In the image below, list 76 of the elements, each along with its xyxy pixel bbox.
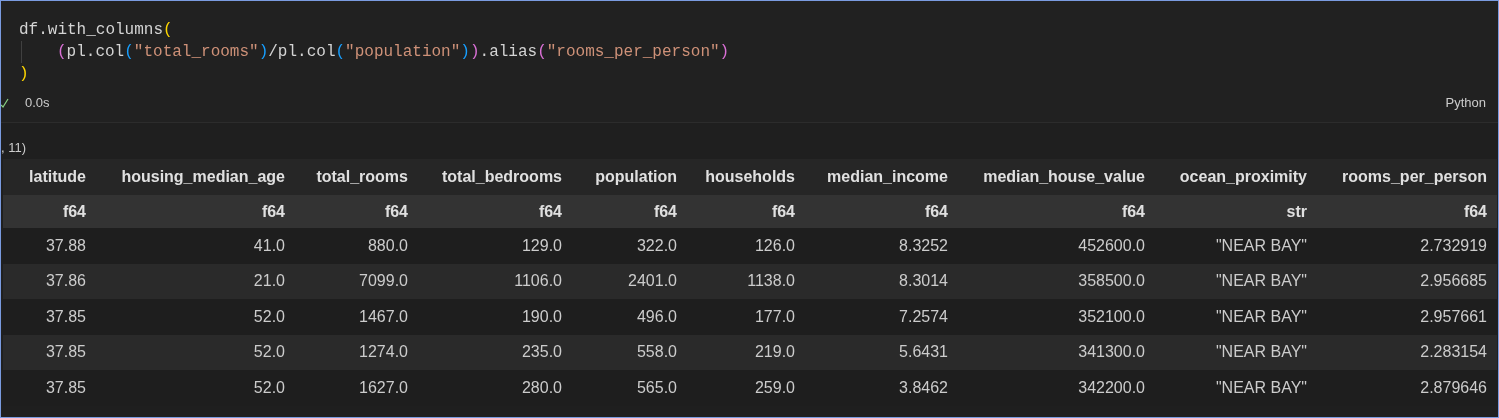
table-cell: 259.0 [754,378,795,396]
table-cell: 37.85 [45,307,86,325]
table-cell: 52.0 [253,378,285,396]
table-cell: 2.732919 [1420,236,1487,254]
table-cell: "NEAR BAY" [1215,378,1307,396]
column-header: median_house_value [983,168,1145,185]
table-cell: 880.0 [367,236,408,254]
table-cell: 496.0 [636,307,677,325]
table-cell: 52.0 [253,307,285,325]
table-cell: 3.8462 [899,378,948,396]
column-header: total_rooms [316,168,408,185]
table-cell: 1467.0 [359,307,408,325]
table-cell: 2.879646 [1420,378,1487,396]
dtype-label: f64 [384,202,408,220]
table-cell: 558.0 [636,343,677,361]
table-cell: 8.3252 [899,236,948,254]
table-cell: "NEAR BAY" [1215,343,1307,361]
table-cell: 2.283154 [1420,343,1487,361]
column-header: population [595,168,677,185]
table-cell: 129.0 [521,236,562,254]
table-cell: 37.85 [45,378,86,396]
table-cell: 219.0 [754,343,795,361]
table-cell: 52.0 [253,343,285,361]
table-cell: 342200.0 [1078,378,1145,396]
table-cell: 565.0 [636,378,677,396]
column-header: latitude [29,168,86,185]
table-cell: 322.0 [636,236,677,254]
dtype-label: f64 [653,202,677,220]
dtype-label: str [1286,202,1307,220]
table-cell: 352100.0 [1078,307,1145,325]
language-label[interactable]: Python [1445,93,1486,113]
table-cell: 37.86 [45,272,86,290]
table-cell: 235.0 [521,343,562,361]
dtype-label: f64 [924,202,948,220]
column-header: housing_median_age [121,168,285,185]
table-cell: 21.0 [253,272,285,290]
table-cell: 358500.0 [1078,272,1145,290]
table-cell: 341300.0 [1078,343,1145,361]
table-cell: 280.0 [521,378,562,396]
dtype-label: f64 [1121,202,1145,220]
table-cell: 2.957661 [1420,307,1487,325]
dtype-label: f64 [62,202,86,220]
table-cell: 1138.0 [747,272,795,290]
dtype-label: f64 [1463,202,1487,220]
table-cell: 7.2574 [899,307,948,325]
dtype-label: f64 [538,202,562,220]
table-cell: 126.0 [754,236,795,254]
table-cell: 7099.0 [359,272,408,290]
table-cell: 2.956685 [1420,272,1487,290]
table-cell: 8.3014 [899,272,948,290]
code-line: (pl.col("total_rooms")/pl.col("population")).alias("rooms_per_person") [19,41,1498,63]
shape-label: , 11) [1,139,27,157]
table-cell: 37.85 [45,343,86,361]
table-cell: 37.88 [45,236,86,254]
column-header: total_bedrooms [442,168,562,185]
column-header: rooms_per_person [1342,168,1487,185]
table-cell: "NEAR BAY" [1215,236,1307,254]
table-cell: "NEAR BAY" [1215,307,1307,325]
table-cell: 452600.0 [1078,236,1145,254]
column-header: households [705,168,795,185]
table-cell: 5.6431 [899,343,948,361]
table-cell: "NEAR BAY" [1215,272,1307,290]
column-header: ocean_proximity [1179,168,1307,185]
table-cell: 177.0 [754,307,795,325]
table-cell: 1106.0 [514,272,562,290]
table-cell: 41.0 [253,236,285,254]
dtype-label: f64 [771,202,795,220]
table-cell: 190.0 [521,307,562,325]
code-line: ) [19,64,30,85]
execution-time: 0.0s [25,94,50,112]
dtype-label: f64 [261,202,285,220]
column-header: median_income [827,168,948,185]
table-cell: 2401.0 [628,272,677,290]
table-cell: 1274.0 [359,343,408,361]
code-line: df.with_columns( [19,20,174,41]
table-cell: 1627.0 [359,378,408,396]
